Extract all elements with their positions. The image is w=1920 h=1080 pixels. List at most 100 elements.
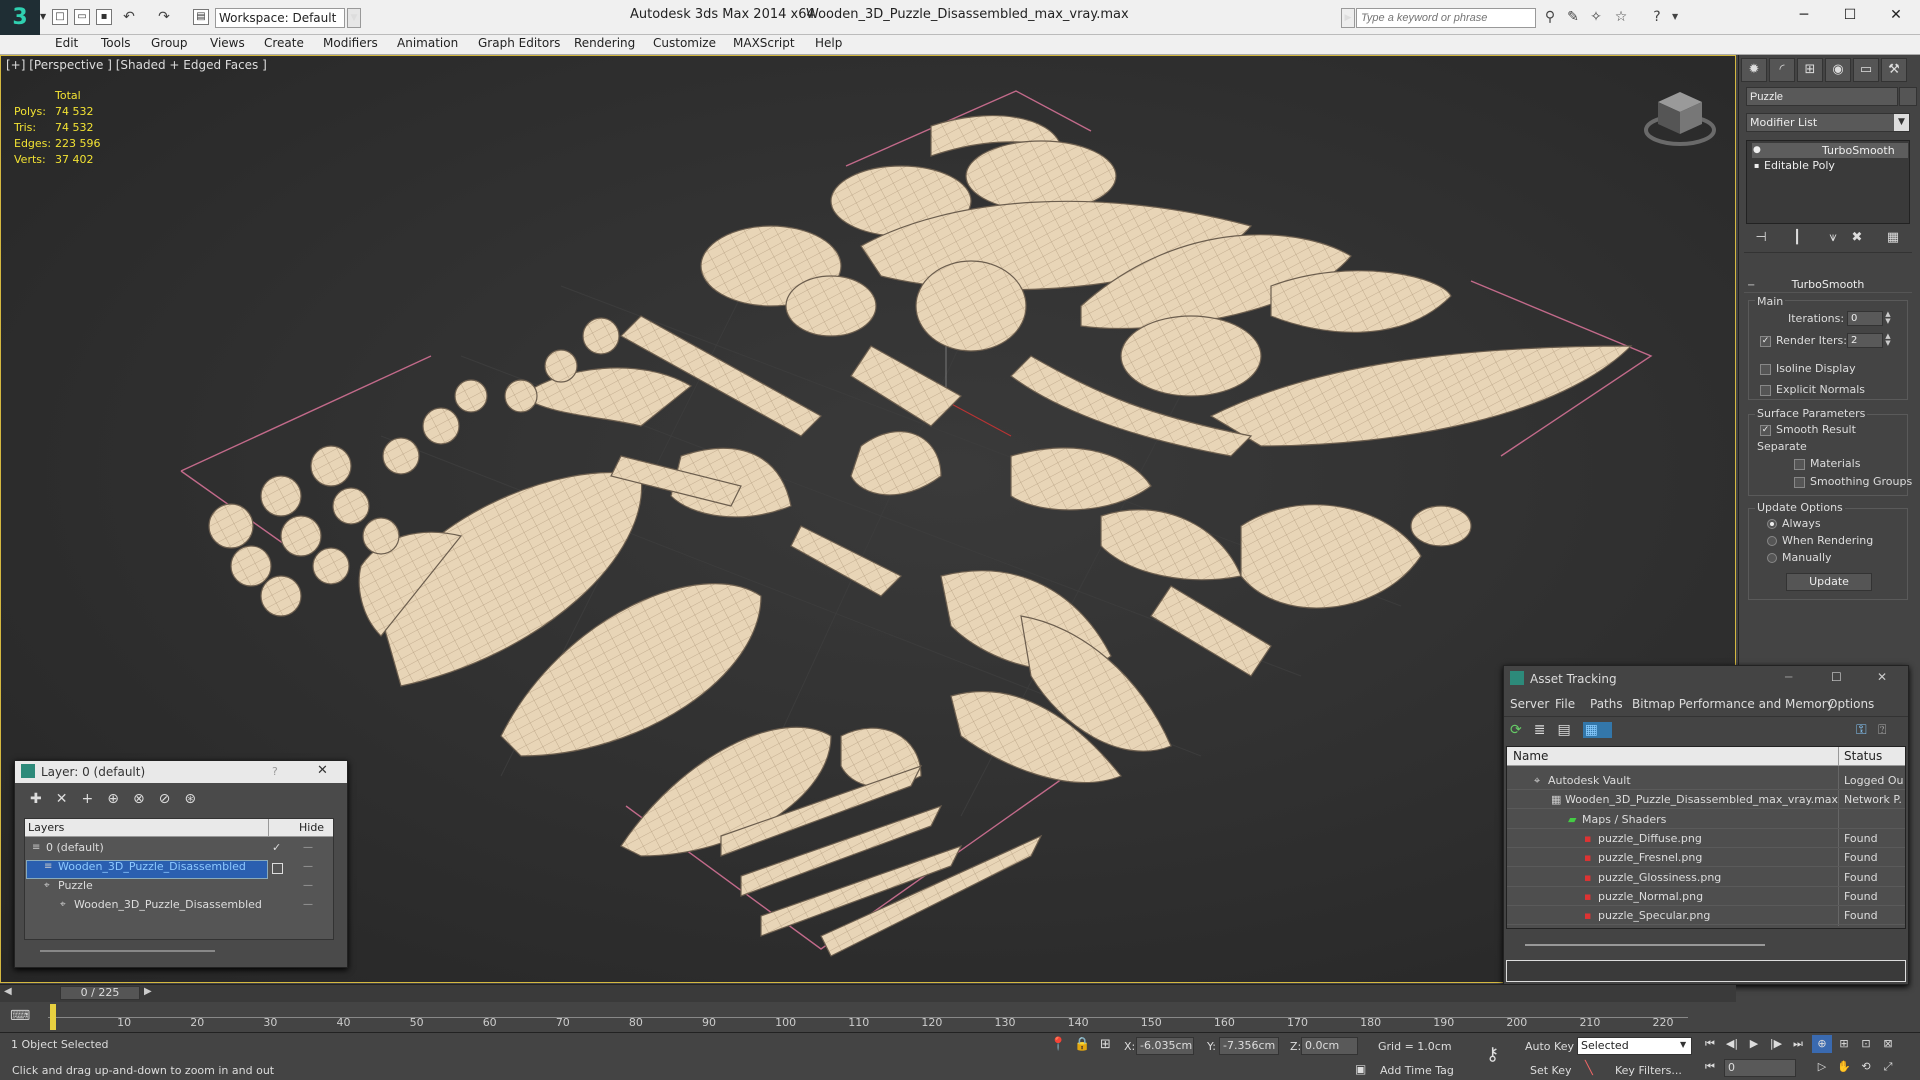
isolate-selection-icon[interactable]: 📍 <box>1050 1037 1066 1052</box>
hide-toggle[interactable]: — <box>303 861 313 872</box>
layer-scrollbar[interactable] <box>40 950 215 952</box>
orbit-icon[interactable]: ⟲ <box>1856 1058 1876 1076</box>
table-view-icon[interactable]: ▦ <box>1582 722 1612 738</box>
remove-modifier-icon[interactable]: ✖ <box>1848 229 1866 247</box>
asset-name[interactable]: Wooden_3D_Puzzle_Disassembled_max_vray.m… <box>1565 790 1838 809</box>
asset-name[interactable]: puzzle_Glossiness.png <box>1598 868 1721 887</box>
refresh-icon[interactable]: ⟳ <box>1510 722 1534 738</box>
communication-center-icon[interactable]: ✎ <box>1564 9 1582 26</box>
previous-frame-icon[interactable]: ◀| <box>1722 1035 1742 1053</box>
name-column-header[interactable]: Name <box>1513 749 1548 763</box>
lightbulb-icon[interactable]: ● <box>1753 143 1761 158</box>
asset-maximize-icon[interactable]: ☐ <box>1831 670 1842 684</box>
z-coordinate-field[interactable]: 0.0cm <box>1301 1037 1358 1055</box>
open-file-icon[interactable]: ▭ <box>74 9 90 25</box>
layer-dialog-close-icon[interactable]: ✕ <box>317 763 328 778</box>
search-expand-icon[interactable]: ▶ <box>1341 8 1355 28</box>
list-view-icon[interactable]: ≣ <box>1534 722 1558 738</box>
turbosmooth-rollout-header[interactable]: TurboSmooth <box>1744 277 1912 293</box>
selection-lock-icon[interactable]: 🔒 <box>1074 1037 1090 1052</box>
pan-view-icon[interactable]: ✋ <box>1834 1058 1854 1076</box>
key-filters-button[interactable]: Key Filters... <box>1615 1064 1682 1077</box>
current-frame-marker[interactable] <box>50 1004 56 1030</box>
go-to-end-icon[interactable]: ⏭ <box>1788 1035 1808 1053</box>
asset-scrollbar[interactable] <box>1525 944 1765 946</box>
isoline-display-checkbox[interactable] <box>1760 364 1771 375</box>
explicit-normals-checkbox[interactable] <box>1760 385 1771 396</box>
update-button[interactable]: Update <box>1786 573 1872 591</box>
asset-menu-options[interactable]: Options <box>1828 697 1874 711</box>
vault-login-icon[interactable]: ⚿ <box>1856 722 1867 738</box>
asset-menu-bitmap-performance-and-memory[interactable]: Bitmap Performance and Memory <box>1632 697 1834 711</box>
modifier-list-arrow-icon[interactable]: ▼ <box>1894 114 1909 131</box>
curve-editor-icon[interactable]: ⌨ <box>10 1008 30 1024</box>
time-slider-thumb[interactable]: 0 / 225 <box>60 986 140 1000</box>
status-column-header[interactable]: Status <box>1844 749 1882 763</box>
next-frame-icon[interactable]: |▶ <box>1766 1035 1786 1053</box>
close-icon[interactable]: ✕ <box>1873 0 1919 32</box>
x-coordinate-field[interactable]: -6.035cm <box>1136 1037 1194 1055</box>
when-rendering-radio[interactable] <box>1767 536 1777 546</box>
hierarchy-tab-icon[interactable]: ⊞ <box>1797 58 1823 82</box>
subscription-icon[interactable]: ✧ <box>1587 9 1605 26</box>
utilities-tab-icon[interactable]: ⚒ <box>1881 58 1907 82</box>
modify-tab-icon[interactable]: ◜ <box>1769 58 1795 82</box>
smoothing-groups-checkbox[interactable] <box>1794 477 1805 488</box>
freeze-all-icon[interactable]: ⊛ <box>184 791 210 807</box>
app-menu-arrow-icon[interactable]: ▼ <box>40 12 46 21</box>
menu-create[interactable]: Create <box>264 36 304 50</box>
menu-group[interactable]: Group <box>151 36 188 50</box>
key-selection-dropdown[interactable]: Selected <box>1577 1037 1692 1055</box>
layers-column-header[interactable]: Layers <box>28 821 64 834</box>
layer-dialog-help-icon[interactable]: ? <box>272 765 278 778</box>
tree-view-icon[interactable]: ▤ <box>1557 722 1582 738</box>
asset-name[interactable]: Maps / Shaders <box>1582 810 1666 829</box>
iterations-spinner-arrows-icon[interactable]: ▲ ▼ <box>1884 311 1892 326</box>
add-to-layer-icon[interactable]: + <box>81 791 107 807</box>
viewport-label-menu[interactable]: [+] [Perspective ] [Shaded + Edged Faces… <box>6 58 267 72</box>
hide-toggle[interactable]: — <box>303 899 313 910</box>
auto-key-button[interactable]: Auto Key <box>1525 1040 1574 1053</box>
help-arrow-icon[interactable]: ▼ <box>1672 12 1678 21</box>
field-of-view-icon[interactable]: ▷ <box>1812 1058 1832 1076</box>
menu-edit[interactable]: Edit <box>55 36 78 50</box>
smooth-result-checkbox[interactable]: ✓ <box>1760 425 1771 436</box>
stack-item-editable-poly[interactable]: ▪ Editable Poly <box>1752 158 1908 173</box>
app-logo-icon[interactable]: 3 <box>0 0 40 35</box>
maximize-viewport-icon[interactable]: ⤢ <box>1878 1058 1898 1076</box>
show-end-result-icon[interactable]: ┃ <box>1788 229 1806 247</box>
object-name-field[interactable] <box>1746 87 1898 106</box>
always-radio[interactable] <box>1767 519 1777 529</box>
save-file-icon[interactable]: ▪ <box>96 9 112 25</box>
stack-item-turbosmooth[interactable]: ● TurboSmooth <box>1752 143 1908 158</box>
motion-tab-icon[interactable]: ◉ <box>1825 58 1851 82</box>
time-next-icon[interactable]: ▶ <box>144 986 152 997</box>
help-icon[interactable]: ? <box>1648 9 1666 26</box>
create-tab-icon[interactable]: ✹ <box>1741 58 1767 82</box>
current-layer-check-icon[interactable]: ✓ <box>272 841 281 854</box>
layer-row-label[interactable]: 0 (default) <box>46 841 104 854</box>
display-tab-icon[interactable]: ▭ <box>1853 58 1879 82</box>
menu-rendering[interactable]: Rendering <box>574 36 635 50</box>
configure-modifier-sets-icon[interactable]: ▦ <box>1884 229 1902 247</box>
render-iters-checkbox[interactable]: ✓ <box>1760 336 1771 347</box>
hide-toggle[interactable]: — <box>303 880 313 891</box>
asset-path-field[interactable] <box>1506 960 1906 982</box>
workspace-arrow-icon[interactable]: ▼ <box>347 8 361 28</box>
zoom-extents-all-icon[interactable]: ⊠ <box>1878 1035 1898 1053</box>
menu-tools[interactable]: Tools <box>101 36 131 50</box>
time-prev-icon[interactable]: ◀ <box>4 986 12 997</box>
asset-menu-server[interactable]: Server <box>1510 697 1549 711</box>
render-iters-spinner-arrows-icon[interactable]: ▲ ▼ <box>1884 333 1892 348</box>
go-to-start-icon[interactable]: ⏮ <box>1700 1035 1720 1053</box>
menu-modifiers[interactable]: Modifiers <box>323 36 378 50</box>
add-time-tag-button[interactable]: Add Time Tag <box>1380 1064 1454 1077</box>
menu-help[interactable]: Help <box>815 36 842 50</box>
set-key-mode-icon[interactable]: ⚷ <box>1486 1044 1499 1065</box>
asset-menu-file[interactable]: File <box>1555 697 1575 711</box>
asset-minimize-icon[interactable]: ─ <box>1785 670 1792 684</box>
asset-menu-paths[interactable]: Paths <box>1590 697 1623 711</box>
highlight-layer-icon[interactable]: ⊗ <box>133 791 159 807</box>
key-selection-arrow-icon[interactable]: ▼ <box>1680 1040 1686 1049</box>
select-objects-icon[interactable]: ⊕ <box>107 791 133 807</box>
